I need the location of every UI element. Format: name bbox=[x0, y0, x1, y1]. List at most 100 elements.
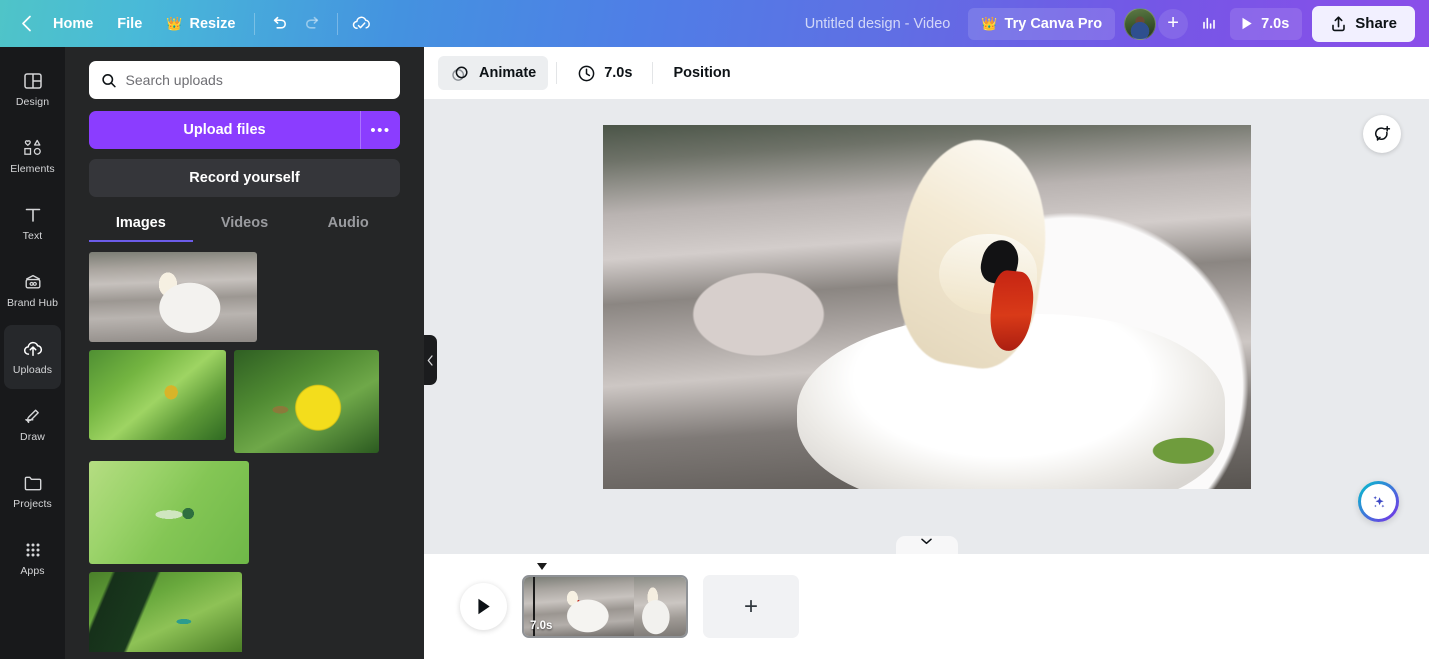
top-bar: Home File 👑 Resize bbox=[0, 0, 1429, 47]
tab-label: Videos bbox=[221, 215, 268, 231]
sidebar-item-design[interactable]: Design bbox=[4, 57, 61, 121]
upload-thumbnail-damselfly-green-bg[interactable] bbox=[89, 461, 249, 564]
tab-videos[interactable]: Videos bbox=[193, 215, 297, 242]
resize-label: Resize bbox=[189, 16, 235, 32]
sidebar-item-label: Design bbox=[16, 97, 49, 108]
upload-thumbnail-green-moth-on-leaf[interactable] bbox=[89, 350, 226, 440]
sidebar-item-projects[interactable]: Projects bbox=[4, 459, 61, 523]
cloud-check-icon bbox=[351, 14, 373, 34]
uploads-panel-header: Upload files ••• Record yourself Images … bbox=[65, 47, 424, 242]
sidebar-item-draw[interactable]: Draw bbox=[4, 392, 61, 456]
animate-button[interactable]: Animate bbox=[438, 56, 548, 90]
top-bar-left: Home File 👑 Resize bbox=[0, 0, 379, 47]
tab-label: Images bbox=[116, 215, 166, 231]
search-uploads-field[interactable] bbox=[89, 61, 400, 99]
saved-to-cloud-button[interactable] bbox=[345, 8, 379, 40]
record-yourself-label: Record yourself bbox=[189, 170, 299, 186]
grid-dots-icon bbox=[22, 539, 44, 561]
document-title[interactable]: Untitled design - Video bbox=[791, 16, 965, 32]
sidebar-item-uploads[interactable]: Uploads bbox=[4, 325, 61, 389]
layout-panels-icon bbox=[22, 70, 44, 92]
swan-grass bbox=[1147, 416, 1238, 474]
file-label: File bbox=[117, 16, 142, 32]
clip-duration-badge: 7.0s bbox=[530, 620, 552, 632]
search-input[interactable] bbox=[126, 72, 388, 88]
record-yourself-button[interactable]: Record yourself bbox=[89, 159, 400, 197]
sidebar-item-apps[interactable]: Apps bbox=[4, 526, 61, 590]
canvas-area bbox=[424, 99, 1429, 554]
home-button[interactable]: Home bbox=[41, 8, 105, 40]
timeline-strip: 7.0s + bbox=[424, 554, 1429, 659]
position-label: Position bbox=[673, 65, 730, 81]
upload-row: Upload files ••• bbox=[89, 111, 400, 149]
back-button[interactable] bbox=[12, 8, 41, 40]
preview-duration-button[interactable]: 7.0s bbox=[1230, 8, 1302, 40]
divider bbox=[652, 62, 653, 84]
sidebar-item-brand-hub[interactable]: Brand Hub bbox=[4, 258, 61, 322]
clip-duration-button[interactable]: 7.0s bbox=[565, 56, 644, 90]
undo-icon bbox=[269, 14, 289, 34]
upload-thumbnail-swan-preening[interactable] bbox=[89, 252, 257, 342]
ellipsis-icon: ••• bbox=[370, 122, 390, 139]
add-collaborator-button[interactable]: + bbox=[1158, 9, 1188, 39]
sidebar-item-label: Uploads bbox=[13, 365, 52, 376]
share-label: Share bbox=[1355, 15, 1397, 32]
duration-label: 7.0s bbox=[1261, 16, 1289, 32]
chevron-down-icon bbox=[921, 538, 932, 545]
sidebar-item-label: Text bbox=[23, 231, 43, 242]
cloud-upload-icon bbox=[21, 338, 45, 360]
clip-duration-label: 7.0s bbox=[604, 65, 632, 81]
uploads-thumbnail-grid bbox=[65, 252, 424, 652]
clip-frame-b bbox=[634, 577, 686, 636]
shapes-icon bbox=[21, 137, 45, 159]
upload-more-options-button[interactable]: ••• bbox=[360, 111, 400, 149]
magic-sparkle-icon bbox=[1369, 492, 1389, 512]
clock-icon bbox=[577, 64, 596, 83]
redo-icon bbox=[303, 14, 323, 34]
uploads-tabs: Images Videos Audio bbox=[89, 215, 400, 242]
upload-files-button[interactable]: Upload files bbox=[89, 111, 360, 149]
divider bbox=[556, 62, 557, 84]
redo-button[interactable] bbox=[296, 8, 330, 40]
tab-audio[interactable]: Audio bbox=[296, 215, 400, 242]
collaborators: + bbox=[1124, 8, 1188, 40]
uploads-panel: Upload files ••• Record yourself Images … bbox=[65, 47, 424, 659]
add-comment-button[interactable] bbox=[1363, 115, 1401, 153]
add-page-button[interactable]: + bbox=[703, 575, 799, 638]
play-icon bbox=[1240, 16, 1254, 31]
share-button[interactable]: Share bbox=[1312, 6, 1415, 42]
top-bar-right: Untitled design - Video 👑 Try Canva Pro … bbox=[791, 0, 1429, 47]
tab-images[interactable]: Images bbox=[89, 215, 193, 242]
position-button[interactable]: Position bbox=[661, 56, 742, 90]
sidebar-item-label: Projects bbox=[13, 499, 52, 510]
share-upload-icon bbox=[1330, 15, 1347, 33]
editor-area: Animate 7.0s Position bbox=[424, 47, 1429, 659]
collapse-panel-button[interactable] bbox=[424, 335, 437, 385]
sidebar-item-text[interactable]: Text bbox=[4, 191, 61, 255]
search-icon bbox=[101, 72, 117, 89]
animate-circles-icon bbox=[450, 63, 471, 84]
timeline-clip-swan[interactable]: 7.0s bbox=[522, 575, 688, 638]
design-canvas[interactable] bbox=[603, 125, 1251, 489]
try-canva-pro-button[interactable]: 👑 Try Canva Pro bbox=[968, 8, 1115, 40]
magic-button-inner bbox=[1361, 484, 1396, 519]
magic-studio-button[interactable] bbox=[1358, 481, 1399, 522]
play-button[interactable] bbox=[460, 583, 507, 630]
sidebar-item-label: Elements bbox=[10, 164, 55, 175]
file-menu-button[interactable]: File bbox=[105, 8, 154, 40]
sidebar-item-elements[interactable]: Elements bbox=[4, 124, 61, 188]
bar-chart-icon bbox=[1199, 14, 1219, 34]
upload-thumbnail-black-damselfly[interactable] bbox=[89, 572, 242, 652]
canvas-toolbar: Animate 7.0s Position bbox=[424, 47, 1429, 99]
expand-timeline-handle[interactable] bbox=[896, 536, 958, 554]
undo-button[interactable] bbox=[262, 8, 296, 40]
insights-button[interactable] bbox=[1192, 8, 1226, 40]
avatar[interactable] bbox=[1124, 8, 1156, 40]
brand-hub-icon bbox=[21, 271, 45, 293]
sidebar-item-label: Draw bbox=[20, 432, 45, 443]
left-rail: Design Elements Text Brand bbox=[0, 47, 65, 659]
divider bbox=[254, 13, 255, 35]
resize-button[interactable]: 👑 Resize bbox=[154, 8, 247, 40]
canva-editor-window: Home File 👑 Resize bbox=[0, 0, 1429, 659]
upload-thumbnail-dandelion-flower[interactable] bbox=[234, 350, 379, 453]
